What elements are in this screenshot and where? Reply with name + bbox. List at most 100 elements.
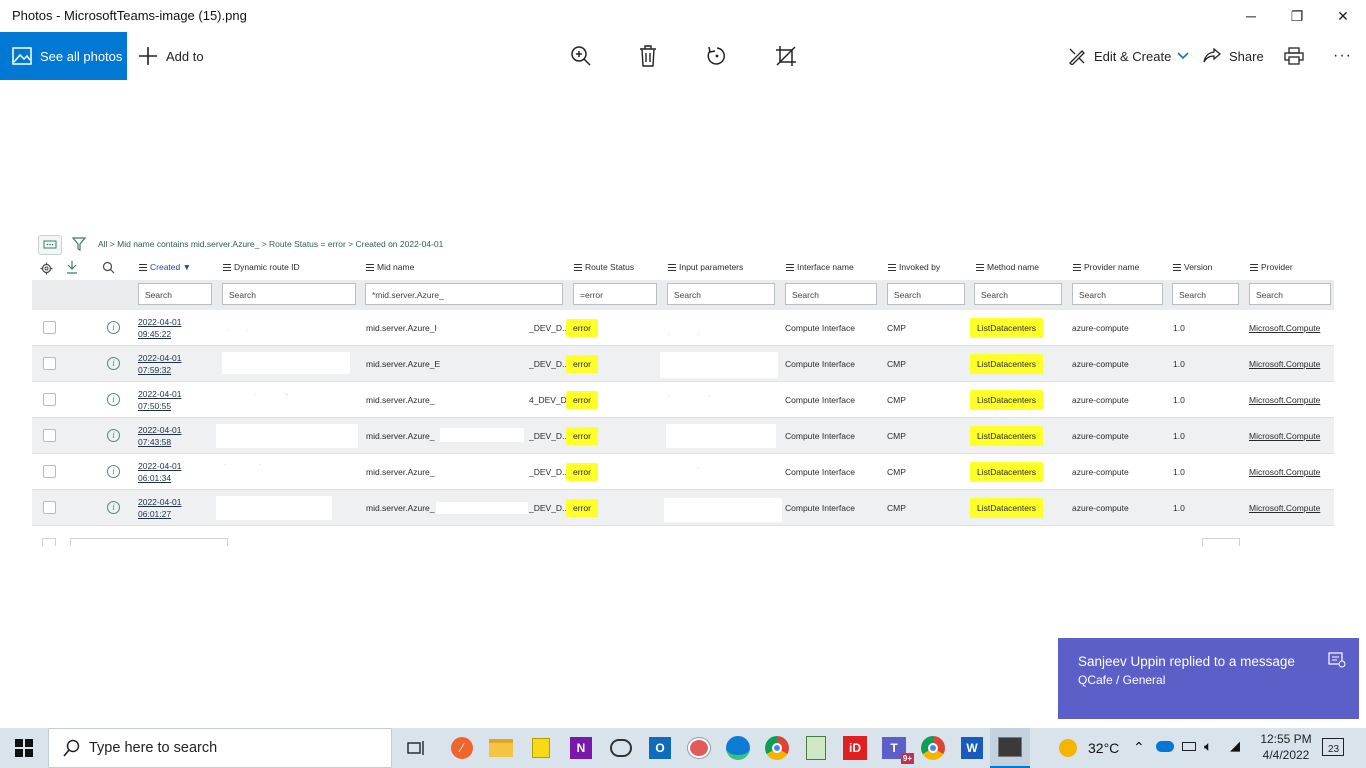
zoom-button[interactable] [570, 32, 600, 80]
teams-icon: T 9+ [882, 737, 914, 764]
col-header-invoked-by[interactable]: Invoked by [888, 262, 940, 273]
route-status-cell: error [566, 355, 598, 373]
notification-settings-icon[interactable] [1328, 652, 1346, 668]
search-version-input[interactable]: Search [1172, 283, 1239, 305]
task-view-button[interactable] [396, 728, 436, 768]
created-link[interactable]: 2022-04-01 06:01:34 [138, 460, 181, 484]
search-dynamic-route-id-input[interactable]: Search [222, 283, 356, 305]
redacted-route-id [222, 352, 350, 374]
col-header-route-status[interactable]: Route Status [574, 262, 634, 273]
see-all-photos-button[interactable]: See all photos [0, 32, 127, 80]
taskbar-app-snip[interactable] [679, 728, 719, 768]
col-header-input-parameters[interactable]: Input parameters [668, 262, 743, 273]
edit-create-label: Edit & Create [1094, 48, 1172, 64]
notification-center-button[interactable]: 23 [1322, 738, 1344, 756]
search-invoked-by-input[interactable]: Search [887, 283, 965, 305]
col-header-created[interactable]: Created ▼ [139, 262, 191, 273]
provider-link[interactable]: Microsoft.Compute [1249, 431, 1320, 441]
provider-link[interactable]: Microsoft.Compute [1249, 503, 1320, 513]
taskbar-app-notepad[interactable] [796, 728, 836, 768]
teams-notification-toast[interactable]: Sanjeev Uppin replied to a message QCafe… [1058, 638, 1359, 719]
provider-link[interactable]: Microsoft.Compute [1249, 323, 1320, 333]
edit-create-button[interactable]: Edit & Create [1068, 32, 1197, 80]
provider-link[interactable]: Microsoft.Compute [1249, 359, 1320, 369]
provider-link[interactable]: Microsoft.Compute [1249, 395, 1320, 405]
search-provider-name-input[interactable]: Search [1072, 283, 1163, 305]
speaker-icon[interactable]: 🔈︎ [1204, 738, 1212, 755]
search-method-name-input[interactable]: Search [974, 283, 1062, 305]
table-row[interactable]: i 2022-04-01 06:01:34 · · mid.server.Azur… [32, 454, 1334, 490]
info-icon[interactable]: i [107, 393, 120, 406]
table-row[interactable]: i 2022-04-01 07:59:32 mid.server.Azure_E … [32, 346, 1334, 382]
search-provider-input[interactable]: Search [1249, 283, 1331, 305]
close-button[interactable]: ✕ [1320, 0, 1366, 32]
col-header-version[interactable]: Version [1173, 262, 1212, 273]
provider-link[interactable]: Microsoft.Compute [1249, 467, 1320, 477]
taskbar-app-teams[interactable]: T 9+ [874, 728, 914, 768]
col-header-provider-name[interactable]: Provider name [1073, 262, 1139, 273]
maximize-button[interactable]: ❐ [1274, 0, 1320, 32]
taskbar-search-box[interactable]: Type here to search [48, 728, 392, 768]
print-button[interactable] [1284, 32, 1312, 80]
col-header-provider[interactable]: Provider [1250, 262, 1293, 273]
search-created-input[interactable]: Search [138, 283, 212, 305]
search-mid-name-input[interactable]: *mid.server.Azure_ [365, 283, 563, 305]
photos-app-icon [998, 737, 1022, 757]
created-link[interactable]: 2022-04-01 09:45:22 [138, 316, 181, 340]
table-row[interactable]: i 2022-04-01 06:01:27 mid.server.Azure_ _… [32, 490, 1334, 526]
search-interface-name-input[interactable]: Search [785, 283, 877, 305]
taskbar-app-chrome-2[interactable] [913, 728, 953, 768]
onedrive-icon[interactable] [1156, 741, 1174, 752]
col-header-dynamic-route-id[interactable]: Dynamic route ID [223, 262, 300, 273]
taskbar-app-photos[interactable] [990, 728, 1030, 768]
crop-button[interactable] [775, 32, 805, 80]
info-icon[interactable]: i [107, 465, 120, 478]
taskbar-app-game[interactable] [601, 728, 641, 768]
taskbar-app-edge[interactable] [718, 728, 758, 768]
weather-widget[interactable] [1048, 728, 1088, 768]
info-icon[interactable]: i [107, 357, 120, 370]
clock[interactable]: 12:55 PM 4/4/2022 [1256, 731, 1316, 763]
add-to-button[interactable]: Add to [138, 32, 204, 80]
table-row[interactable]: i 2022-04-01 09:45:22 · · mid.server.Azur… [32, 310, 1334, 346]
taskbar-app-onenote[interactable]: N [561, 728, 601, 768]
col-header-method-name[interactable]: Method name [976, 262, 1039, 273]
taskbar-app-id[interactable]: iD [835, 728, 875, 768]
minimize-button[interactable]: ─ [1228, 0, 1274, 32]
col-header-mid-name[interactable]: Mid name [366, 262, 414, 273]
taskbar-app-orange[interactable]: ⁄ [442, 728, 482, 768]
search-input-parameters-input[interactable]: Search [667, 283, 775, 305]
info-icon[interactable]: i [107, 429, 120, 442]
chevron-up-icon[interactable]: ⌃ [1133, 739, 1145, 756]
battery-icon[interactable] [1182, 742, 1196, 751]
row-checkbox[interactable] [43, 465, 56, 478]
col-header-interface-name[interactable]: Interface name [786, 262, 854, 273]
table-row[interactable]: i 2022-04-01 07:43:58 mid.server.Azure_ _… [32, 418, 1334, 454]
table-row[interactable]: i 2022-04-01 07:50:55 · - mid.server.Azur… [32, 382, 1334, 418]
row-checkbox[interactable] [43, 393, 56, 406]
row-checkbox[interactable] [43, 357, 56, 370]
taskbar-app-explorer[interactable] [481, 728, 521, 768]
taskbar-app-outlook[interactable]: O [640, 728, 680, 768]
provider-name-cell: azure-compute [1072, 467, 1129, 477]
taskbar-app-word[interactable]: W [952, 728, 992, 768]
share-button[interactable]: Share [1203, 32, 1264, 80]
search-route-status-input[interactable]: =error [573, 283, 657, 305]
start-button[interactable] [4, 728, 44, 768]
more-options-button[interactable]: ··· [1333, 32, 1352, 80]
row-checkbox[interactable] [43, 501, 56, 514]
rotate-button[interactable] [706, 32, 736, 80]
delete-button[interactable] [639, 32, 665, 80]
info-icon[interactable]: i [107, 321, 120, 334]
created-link[interactable]: 2022-04-01 07:50:55 [138, 388, 181, 412]
taskbar-app-sticky-notes[interactable] [521, 728, 561, 768]
taskbar-app-chrome[interactable] [757, 728, 797, 768]
row-checkbox[interactable] [43, 321, 56, 334]
created-link[interactable]: 2022-04-01 07:59:32 [138, 352, 181, 376]
wifi-icon[interactable]: ◢ [1230, 738, 1240, 754]
created-link[interactable]: 2022-04-01 06:01:27 [138, 496, 181, 520]
created-link[interactable]: 2022-04-01 07:43:58 [138, 424, 181, 448]
row-checkbox[interactable] [43, 429, 56, 442]
method-name-cell: ListDatacenters [970, 498, 1044, 518]
info-icon[interactable]: i [107, 501, 120, 514]
